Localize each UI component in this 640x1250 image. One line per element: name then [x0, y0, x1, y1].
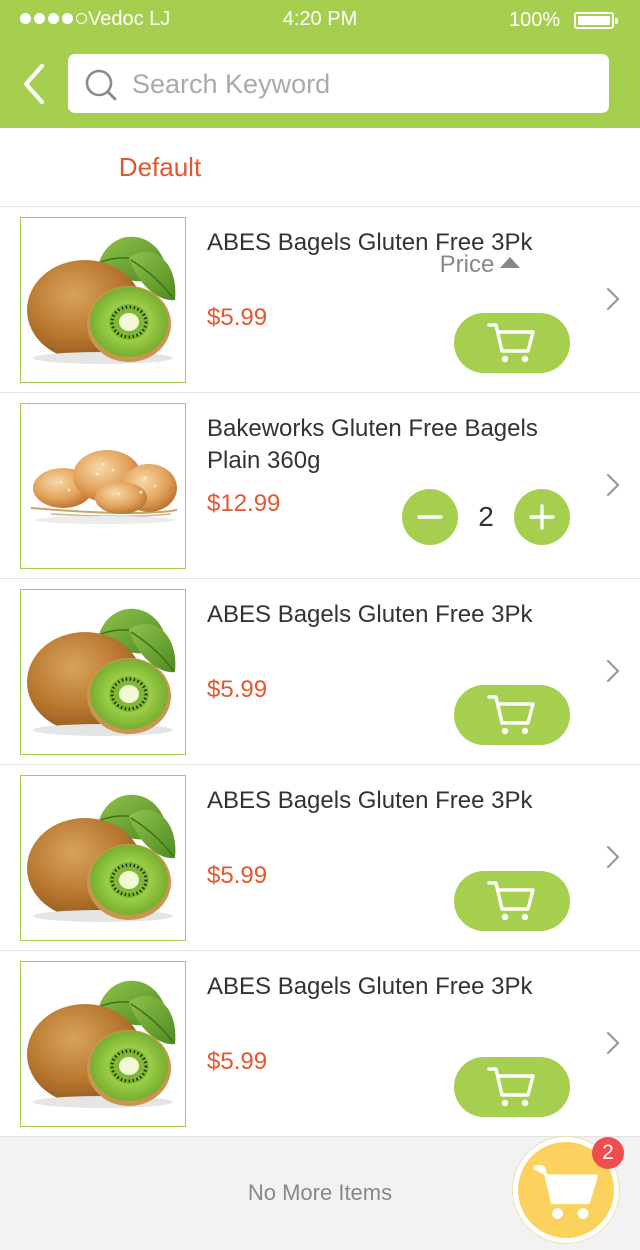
quantity-value: 2	[478, 501, 494, 532]
product-image	[20, 403, 186, 569]
cart-icon	[533, 1165, 598, 1219]
product-price: $5.99	[207, 1048, 268, 1075]
cart-count-badge: 2	[592, 1137, 624, 1169]
chevron-right-icon	[606, 287, 620, 311]
add-to-cart-button[interactable]	[454, 871, 570, 931]
search-input[interactable]	[132, 64, 592, 104]
product-item[interactable]: ABES Bagels Gluten Free 3Pk $5.99	[0, 765, 640, 951]
status-bar: Vedoc LJ 4:20 PM 100%	[0, 0, 640, 40]
chevron-right-icon	[606, 845, 620, 869]
product-price: $5.99	[207, 304, 268, 331]
product-image	[20, 961, 186, 1127]
battery-icon	[574, 12, 618, 29]
chevron-left-icon	[24, 64, 44, 104]
decrease-quantity-button[interactable]	[402, 489, 458, 545]
add-to-cart-button[interactable]	[454, 685, 570, 745]
search-icon	[85, 69, 117, 101]
product-price: $5.99	[207, 862, 268, 889]
product-price: $12.99	[207, 490, 281, 517]
add-to-cart-button[interactable]	[454, 1057, 570, 1117]
product-name: Bakeworks Gluten Free Bagels Plain 360g	[207, 415, 538, 474]
increase-quantity-button[interactable]	[514, 489, 570, 545]
product-name: ABES Bagels Gluten Free 3Pk	[207, 973, 533, 1000]
search-bar[interactable]	[68, 54, 609, 113]
kiwi-image	[21, 962, 185, 1126]
sort-default-label: Default	[118, 152, 202, 182]
chevron-right-icon	[606, 659, 620, 683]
kiwi-image	[21, 590, 185, 754]
back-button[interactable]	[18, 60, 54, 108]
cart-icon	[486, 693, 538, 737]
kiwi-image	[21, 218, 185, 382]
product-name: ABES Bagels Gluten Free 3Pk	[207, 601, 533, 628]
product-item[interactable]: ABES Bagels Gluten Free 3Pk $5.99	[0, 579, 640, 765]
product-image	[20, 217, 186, 383]
product-price: $5.99	[207, 676, 268, 703]
product-item[interactable]: ABES Bagels Gluten Free 3Pk $5.99	[0, 951, 640, 1137]
product-image	[20, 589, 186, 755]
plus-icon	[529, 504, 555, 530]
sort-bar: Default Price	[0, 128, 640, 278]
add-to-cart-button[interactable]	[454, 313, 570, 373]
kiwi-image	[21, 776, 185, 940]
cart-icon	[486, 1065, 538, 1109]
product-item[interactable]: ABES Bagels Gluten Free 3Pk $5.99	[0, 207, 640, 393]
cart-icon	[486, 321, 538, 365]
cart-icon	[486, 879, 538, 923]
battery-percentage: 100%	[509, 9, 561, 31]
sort-default-tab[interactable]: Default	[0, 128, 320, 207]
bread-image	[21, 404, 185, 568]
product-image	[20, 775, 186, 941]
app-header: Vedoc LJ 4:20 PM 100%	[0, 0, 640, 128]
chevron-right-icon	[606, 1031, 620, 1055]
product-list: ABES Bagels Gluten Free 3Pk $5.99 Bakewo…	[0, 207, 640, 1137]
product-item[interactable]: Bakeworks Gluten Free Bagels Plain 360g …	[0, 393, 640, 579]
minus-icon	[417, 515, 443, 519]
product-name: ABES Bagels Gluten Free 3Pk	[207, 787, 533, 814]
chevron-right-icon	[606, 473, 620, 497]
product-name: ABES Bagels Gluten Free 3Pk	[207, 229, 533, 256]
